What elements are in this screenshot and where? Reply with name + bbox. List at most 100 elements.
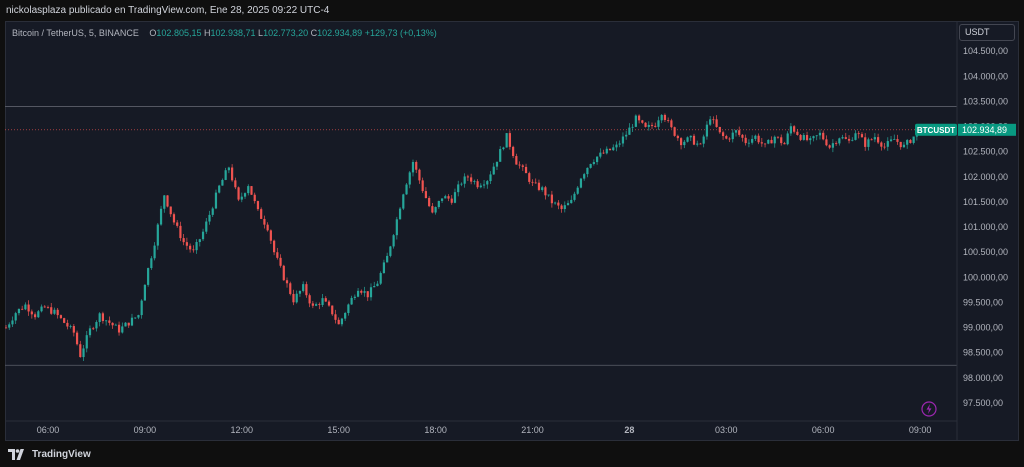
candle-body <box>618 143 621 145</box>
candle-body <box>124 322 127 327</box>
candle-body <box>715 119 718 127</box>
candle-body <box>470 177 473 182</box>
candle-body <box>773 136 776 144</box>
candle-body <box>747 142 751 144</box>
price-tick-label: 101.000,00 <box>963 222 1008 232</box>
candle-body <box>163 195 166 209</box>
candle-body <box>276 252 279 258</box>
candle-body <box>857 133 860 135</box>
time-tick-label: 12:00 <box>231 425 254 435</box>
candle-body <box>544 187 547 196</box>
candle-body <box>40 306 43 312</box>
candle-body <box>586 167 589 175</box>
candle-body <box>796 131 799 135</box>
candle-body <box>424 191 428 199</box>
candle-body <box>127 322 130 326</box>
candle-body <box>851 139 854 141</box>
last-price-tag: BTCUSDT 102.934,89 <box>915 123 1016 136</box>
price-tick-label: 99.500,00 <box>963 297 1003 307</box>
candle-body <box>906 140 909 145</box>
candle-body <box>337 319 340 325</box>
candle-body <box>889 139 893 142</box>
candle-body <box>825 139 828 146</box>
candle-body <box>696 143 699 145</box>
candle-body <box>612 147 615 151</box>
candle-body <box>88 328 92 336</box>
candle-body <box>247 186 250 194</box>
candle-body <box>534 182 537 184</box>
candle-body <box>37 311 40 318</box>
candle-body <box>437 200 440 208</box>
price-tick-label: 102.500,00 <box>963 147 1008 157</box>
time-tick-label: 06:00 <box>812 425 835 435</box>
low-value: 102.773,20 <box>263 28 309 38</box>
time-tick-label: 15:00 <box>327 425 350 435</box>
candle-body <box>864 137 867 147</box>
high-value: 102.938,71 <box>210 28 256 38</box>
candle-body <box>657 120 660 127</box>
candle-body <box>579 178 583 188</box>
candle-body <box>234 180 237 188</box>
candle-body <box>563 205 566 210</box>
price-tick-label: 98.000,00 <box>963 373 1003 383</box>
candle-body <box>679 138 683 146</box>
candle-body <box>822 132 825 140</box>
candle-body <box>46 307 50 308</box>
candle-body <box>440 198 444 201</box>
candle-body <box>831 143 834 148</box>
candle-body <box>463 176 466 184</box>
candle-body <box>899 141 902 148</box>
candle-body <box>793 126 796 132</box>
symbol-name: Bitcoin / TetherUS, 5, BINANCE <box>12 28 139 38</box>
candle-body <box>844 137 847 139</box>
candle-body <box>185 242 188 246</box>
candle-body <box>198 239 201 243</box>
candle-body <box>741 134 744 138</box>
candle-body <box>880 142 883 147</box>
candle-body <box>644 122 647 127</box>
candle-body <box>783 143 786 145</box>
candle-body <box>169 206 172 215</box>
candle-body <box>667 119 670 121</box>
flash-icon[interactable] <box>921 401 937 417</box>
candle-body <box>654 125 657 127</box>
candle-body <box>366 291 369 298</box>
candle-body <box>327 301 331 306</box>
candle-body <box>799 134 802 140</box>
candle-body <box>902 144 906 148</box>
candle-body <box>11 320 14 325</box>
candle-body <box>111 322 114 326</box>
last-price-label: 102.934,89 <box>962 125 1007 135</box>
candle-body <box>263 218 266 225</box>
candle-body <box>460 183 463 185</box>
candle-body <box>172 214 176 223</box>
candle-body <box>512 146 515 157</box>
candle-body <box>156 224 159 246</box>
candle-body <box>524 166 528 174</box>
candle-body <box>408 172 411 185</box>
candle-body <box>334 314 337 320</box>
candle-body <box>912 136 915 143</box>
price-chart[interactable]: 104.500,00104.000,00103.500,00103.000,00… <box>5 21 1019 441</box>
candle-body <box>818 132 822 136</box>
candle-body <box>98 313 101 323</box>
candle-body <box>589 163 592 168</box>
candle-body <box>298 290 302 294</box>
candle-body <box>434 207 437 213</box>
candle-body <box>660 114 663 121</box>
candle-body <box>689 135 692 138</box>
candle-body <box>893 139 896 140</box>
candle-body <box>340 318 344 325</box>
currency-unit-button[interactable]: USDT <box>959 24 1015 41</box>
candle-body <box>780 137 783 144</box>
candle-body <box>250 186 253 195</box>
candle-body <box>860 134 864 138</box>
candle-body <box>489 174 492 182</box>
candle-body <box>725 136 728 139</box>
candle-body <box>231 167 234 181</box>
candle-body <box>738 130 741 135</box>
candle-body <box>599 152 602 157</box>
candle-body <box>457 184 460 193</box>
candle-body <box>709 119 712 125</box>
candle-body <box>72 326 75 333</box>
